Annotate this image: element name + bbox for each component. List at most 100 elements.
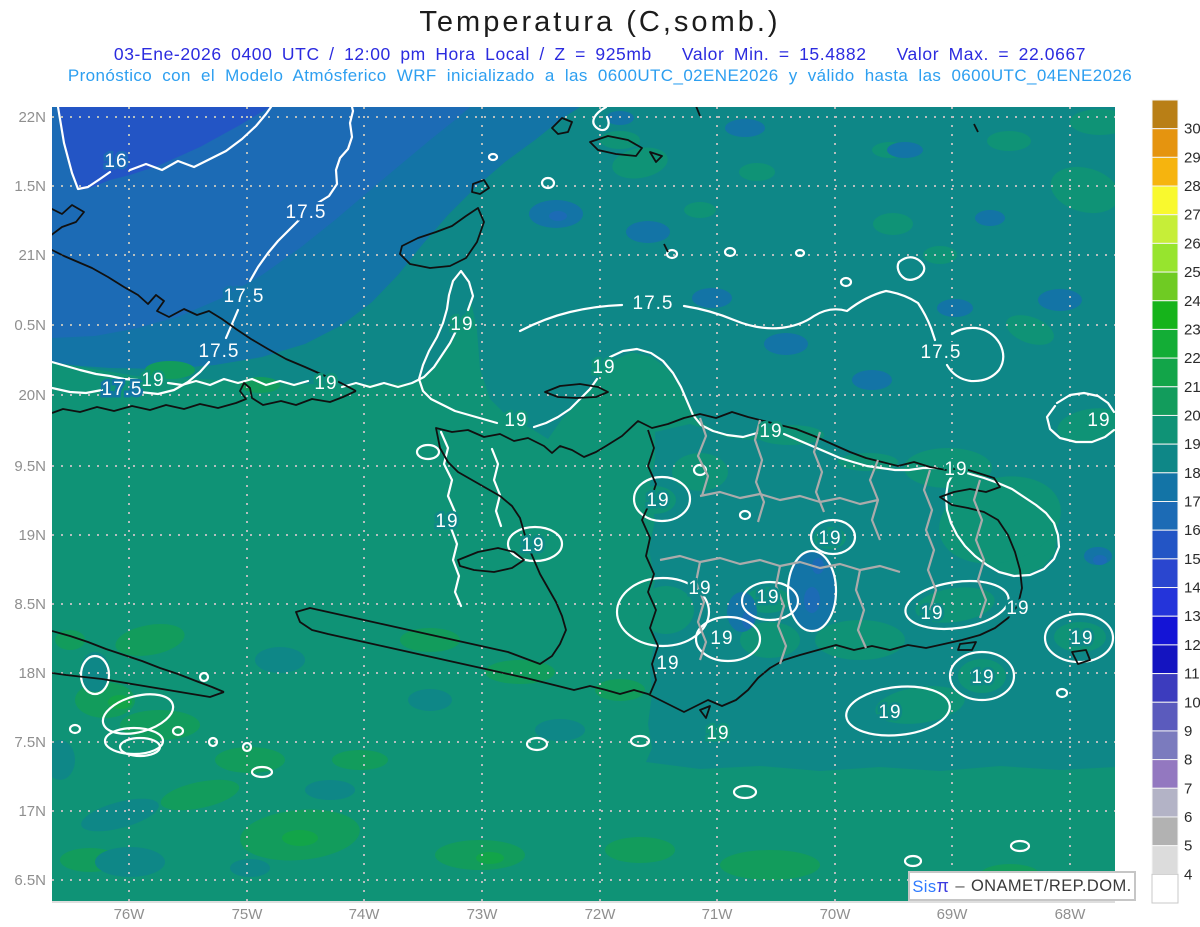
colorbar-cell (1152, 272, 1178, 301)
colorbar-tick-label: 30 (1184, 121, 1200, 138)
colorbar-cell (1152, 215, 1178, 244)
lon-tick-label: 74W (349, 906, 381, 923)
weather-map-page: Temperatura (C,somb.) 03-Ene-2026 0400 U… (0, 0, 1200, 927)
lon-tick-label: 70W (820, 906, 852, 923)
contour-label: 19 (971, 667, 994, 688)
contour-label: 19 (521, 535, 544, 556)
colorbar-cell (1152, 243, 1178, 272)
brand-label: Sisπ (912, 876, 949, 897)
lat-tick-label: 1.5N (14, 178, 46, 195)
colorbar-cell (1152, 358, 1178, 387)
contour-label: 17.5 (921, 342, 962, 363)
lon-tick-label: 73W (467, 906, 499, 923)
latitude-axis: 22N1.5N21N0.5N20N9.5N19N8.5N18N7.5N17N6.… (14, 109, 46, 889)
colorbar-cell (1152, 502, 1178, 531)
lat-tick-label: 0.5N (14, 317, 46, 334)
contour-label: 19 (141, 370, 164, 391)
colorbar-cell (1152, 874, 1178, 903)
colorbar-cell (1152, 157, 1178, 186)
contour-label: 17.5 (102, 379, 143, 400)
contour-label: 17.5 (286, 202, 327, 223)
colorbar-cell (1152, 588, 1178, 617)
colorbar-tick-label: 10 (1184, 694, 1200, 711)
colorbar-cell (1152, 846, 1178, 875)
colorbar-cell (1152, 415, 1178, 444)
lat-tick-label: 19N (18, 527, 46, 544)
colorbar-tick-label: 20 (1184, 407, 1200, 424)
brand-sis: Sis (912, 878, 936, 896)
colorbar-tick-label: 12 (1184, 637, 1200, 654)
contour-label: 19 (504, 410, 527, 431)
org-label: ONAMET/REP.DOM. (971, 877, 1132, 896)
colorbar-tick-label: 17 (1184, 494, 1200, 511)
colorbar-cell (1152, 645, 1178, 674)
contour-label: 19 (944, 459, 967, 480)
colorbar-tick-label: 9 (1184, 723, 1192, 740)
contour-label: 19 (1087, 410, 1110, 431)
colorbar-cell (1152, 788, 1178, 817)
colorbar-cell (1152, 301, 1178, 330)
lon-tick-label: 69W (937, 906, 969, 923)
contour-label: 19 (1006, 598, 1029, 619)
temperature-map: 1617.517.517.517.517.517.519191919191919… (0, 0, 1200, 927)
contour-label: 17.5 (224, 286, 265, 307)
colorbar-cell (1152, 387, 1178, 416)
colorbar-tick-label: 25 (1184, 264, 1200, 281)
colorbar-tick-label: 18 (1184, 465, 1200, 482)
contour-label: 19 (878, 702, 901, 723)
colorbar-cell (1152, 530, 1178, 559)
contour-label: 19 (818, 528, 841, 549)
map-fill-layers: 1617.517.517.517.517.517.519191919191919… (36, 106, 1130, 901)
contour-label: 19 (706, 723, 729, 744)
colorbar-tick-label: 23 (1184, 321, 1200, 338)
contour-label: 19 (756, 587, 779, 608)
lat-tick-label: 8.5N (14, 596, 46, 613)
colorbar-cell (1152, 186, 1178, 215)
colorbar-cell (1152, 817, 1178, 846)
lon-tick-label: 75W (232, 906, 264, 923)
lat-tick-label: 18N (18, 665, 46, 682)
colorbar-tick-label: 26 (1184, 235, 1200, 252)
colorbar-tick-label: 5 (1184, 838, 1192, 855)
contour-label: 19 (646, 490, 669, 511)
colorbar-cell (1152, 444, 1178, 473)
lat-tick-label: 7.5N (14, 734, 46, 751)
temperature-colorbar: 3029282726252423222120191817161514131211… (1152, 100, 1200, 903)
colorbar-cell (1152, 760, 1178, 789)
colorbar-tick-label: 4 (1184, 866, 1192, 883)
contour-label: 19 (656, 653, 679, 674)
lon-tick-label: 68W (1055, 906, 1087, 923)
contour-label: 19 (314, 373, 337, 394)
contour-label: 16 (104, 151, 127, 172)
attribution-box: Sisπ – ONAMET/REP.DOM. (908, 871, 1136, 901)
contour-label: 17.5 (633, 293, 674, 314)
contour-label: 19 (450, 314, 473, 335)
colorbar-tick-label: 21 (1184, 379, 1200, 396)
contour-label: 19 (710, 628, 733, 649)
contour-label: 19 (592, 357, 615, 378)
colorbar-tick-label: 29 (1184, 149, 1200, 166)
contour-label: 19 (759, 421, 782, 442)
lat-tick-label: 22N (18, 109, 46, 126)
colorbar-cell (1152, 616, 1178, 645)
lon-tick-label: 76W (114, 906, 146, 923)
colorbar-tick-label: 19 (1184, 436, 1200, 453)
colorbar-tick-label: 16 (1184, 522, 1200, 539)
colorbar-tick-label: 15 (1184, 551, 1200, 568)
colorbar-cell (1152, 129, 1178, 158)
colorbar-tick-label: 22 (1184, 350, 1200, 367)
pi-icon: π (937, 876, 950, 896)
contour-label: 19 (688, 578, 711, 599)
colorbar-cell (1152, 674, 1178, 703)
colorbar-cell (1152, 702, 1178, 731)
longitude-axis: 76W75W74W73W72W71W70W69W68W (114, 906, 1087, 923)
colorbar-tick-label: 24 (1184, 293, 1200, 310)
colorbar-cell (1152, 473, 1178, 502)
contour-label: 19 (920, 603, 943, 624)
colorbar-cell (1152, 100, 1178, 129)
lat-tick-label: 17N (18, 803, 46, 820)
colorbar-tick-label: 6 (1184, 809, 1192, 826)
colorbar-tick-label: 27 (1184, 207, 1200, 224)
contour-label: 19 (1070, 628, 1093, 649)
colorbar-cell (1152, 329, 1178, 358)
